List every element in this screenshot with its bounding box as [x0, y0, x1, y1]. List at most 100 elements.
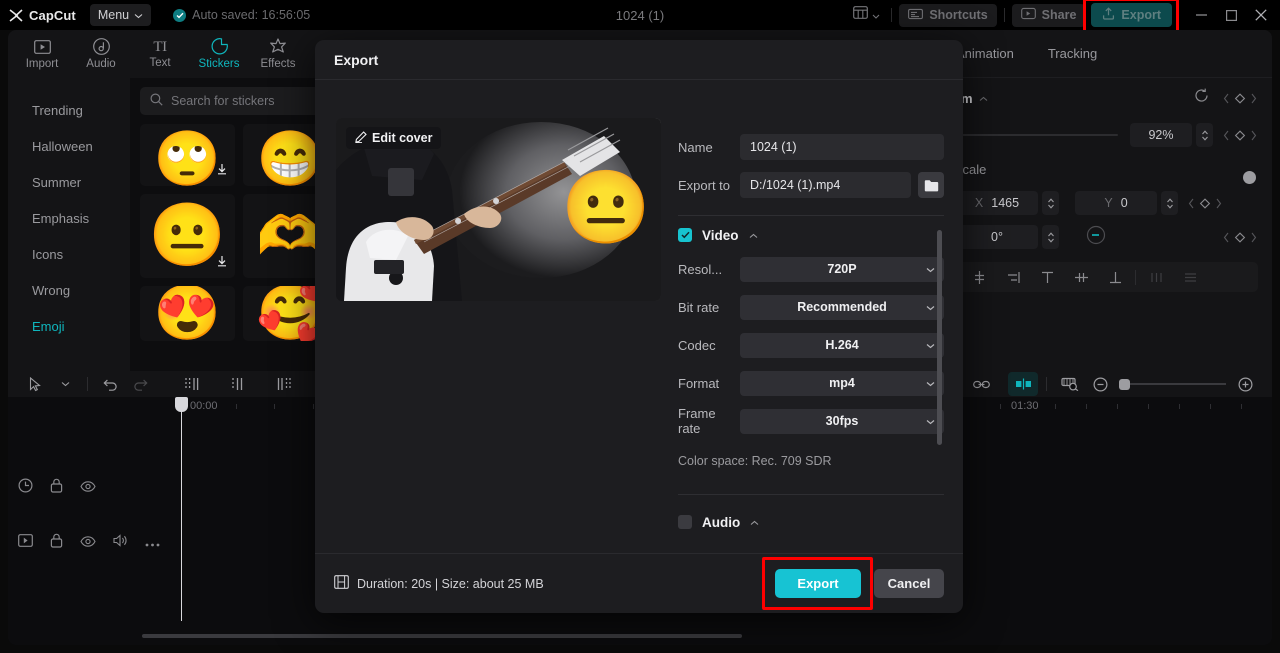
undo-icon[interactable]: [95, 372, 125, 396]
sidebar-item-icons[interactable]: Icons: [8, 236, 130, 272]
align-top-icon[interactable]: [1030, 262, 1064, 292]
speed-icon[interactable]: [18, 478, 33, 498]
category-item-top[interactable]: [8, 78, 130, 92]
keyframe-control[interactable]: [1222, 231, 1258, 244]
zoom-in-icon[interactable]: [1230, 372, 1260, 396]
tab-import[interactable]: Import: [14, 31, 70, 77]
link-icon[interactable]: [966, 372, 996, 396]
scale-value[interactable]: 92%: [1130, 123, 1192, 147]
export-path-input[interactable]: D:/1024 (1).mp4: [740, 172, 911, 198]
distribute-horizontal-icon[interactable]: [1139, 262, 1173, 292]
rotation-field[interactable]: 0°: [956, 225, 1038, 249]
export-button-header[interactable]: Export: [1091, 3, 1172, 27]
cover-overlay-emoji: 😐: [561, 168, 651, 248]
snap-icon[interactable]: [1008, 372, 1038, 396]
tab-tracking[interactable]: Tracking: [1048, 46, 1097, 61]
sidebar-item-emphasis[interactable]: Emphasis: [8, 200, 130, 236]
split-right-icon[interactable]: [269, 372, 299, 396]
maximize-button[interactable]: [1216, 1, 1246, 29]
sticker-cell[interactable]: 🙄: [140, 124, 235, 186]
volume-icon[interactable]: [113, 534, 128, 552]
tab-effects[interactable]: Effects: [250, 31, 306, 77]
format-select[interactable]: mp4: [740, 370, 944, 396]
tab-stickers[interactable]: Stickers: [191, 31, 247, 77]
shortcuts-button[interactable]: Shortcuts: [899, 3, 997, 27]
scale-stepper[interactable]: [1196, 123, 1213, 147]
sidebar-item-summer[interactable]: Summer: [8, 164, 130, 200]
chevron-down-icon: [926, 338, 935, 352]
audio-checkbox[interactable]: [678, 515, 692, 529]
rotation-dial-icon[interactable]: [1083, 222, 1109, 253]
chevron-down-icon: [926, 300, 935, 314]
tab-text[interactable]: TI Text: [132, 31, 188, 77]
keyframe-control[interactable]: [1187, 197, 1223, 210]
export-dialog: Export Edit cover 😐 Name 1024 (1) Export…: [315, 40, 963, 613]
name-input[interactable]: 1024 (1): [740, 134, 944, 160]
lock-icon[interactable]: [50, 533, 63, 553]
tab-animation[interactable]: Animation: [956, 46, 1014, 61]
bitrate-select[interactable]: Recommended: [740, 294, 944, 320]
export-confirm-button[interactable]: Export: [775, 569, 861, 598]
playhead[interactable]: [175, 397, 188, 621]
video-checkbox[interactable]: [678, 228, 692, 242]
video-track-icon[interactable]: [18, 534, 33, 552]
redo-icon[interactable]: [125, 372, 155, 396]
visibility-icon[interactable]: [80, 479, 96, 497]
download-icon[interactable]: [216, 162, 228, 180]
playhead-handle[interactable]: [175, 397, 188, 412]
split-left-icon[interactable]: [177, 372, 207, 396]
chevron-up-icon[interactable]: [750, 513, 759, 531]
resolution-select[interactable]: 720P: [740, 256, 944, 282]
align-center-horizontal-icon[interactable]: [962, 262, 996, 292]
tab-label: Import: [25, 58, 59, 70]
align-right-icon[interactable]: [996, 262, 1030, 292]
position-x-field[interactable]: X 1465: [956, 191, 1038, 215]
position-y-field[interactable]: Y 0: [1075, 191, 1157, 215]
download-icon[interactable]: [216, 254, 228, 272]
sidebar-item-wrong[interactable]: Wrong: [8, 272, 130, 308]
divider: [891, 8, 893, 22]
chevron-up-icon[interactable]: [749, 226, 758, 244]
reset-icon[interactable]: [1194, 88, 1209, 108]
category-label: Emphasis: [32, 210, 90, 226]
sidebar-item-emoji[interactable]: Emoji: [8, 308, 130, 344]
close-button[interactable]: [1246, 1, 1276, 29]
edit-cover-button[interactable]: Edit cover: [346, 127, 442, 149]
sidebar-item-halloween[interactable]: Halloween: [8, 128, 130, 164]
framerate-select[interactable]: 30fps: [740, 408, 944, 434]
split-icon[interactable]: [223, 372, 253, 396]
sticker-cell[interactable]: 😐: [140, 194, 235, 278]
cancel-button[interactable]: Cancel: [874, 569, 944, 598]
timeline-scrollbar[interactable]: [142, 634, 742, 638]
menu-button[interactable]: Menu: [89, 4, 152, 26]
chevron-up-icon[interactable]: [979, 89, 988, 107]
zoom-slider[interactable]: [1119, 378, 1226, 390]
zoom-out-icon[interactable]: [1085, 372, 1115, 396]
codec-select[interactable]: H.264: [740, 332, 944, 358]
align-bottom-icon[interactable]: [1098, 262, 1132, 292]
more-options-icon[interactable]: [145, 534, 160, 552]
preview-zoom-icon[interactable]: [1055, 372, 1085, 396]
scale-slider[interactable]: [956, 134, 1118, 136]
browse-folder-button[interactable]: [918, 172, 944, 198]
keyframe-control[interactable]: [1222, 92, 1258, 105]
select-tool-chevron-icon[interactable]: [50, 372, 80, 396]
tab-audio[interactable]: Audio: [73, 31, 129, 77]
keyframe-control[interactable]: [1222, 129, 1258, 142]
sidebar-item-trending[interactable]: Trending: [8, 92, 130, 128]
share-button[interactable]: Share: [1011, 3, 1086, 27]
position-y-stepper[interactable]: [1161, 191, 1178, 215]
minimize-button[interactable]: [1186, 1, 1216, 29]
layout-button[interactable]: [849, 6, 884, 24]
align-center-vertical-icon[interactable]: [1064, 262, 1098, 292]
lock-icon[interactable]: [50, 478, 63, 498]
dialog-scrollbar[interactable]: [937, 230, 942, 445]
position-x-stepper[interactable]: [1042, 191, 1059, 215]
rotation-stepper[interactable]: [1042, 225, 1059, 249]
sticker-cell[interactable]: 😍: [140, 286, 235, 341]
app-brand: CapCut: [9, 8, 76, 23]
sticker-glyph: 😍: [153, 286, 222, 341]
distribute-vertical-icon[interactable]: [1173, 262, 1207, 292]
visibility-icon[interactable]: [80, 534, 96, 552]
select-tool-icon[interactable]: [20, 372, 50, 396]
